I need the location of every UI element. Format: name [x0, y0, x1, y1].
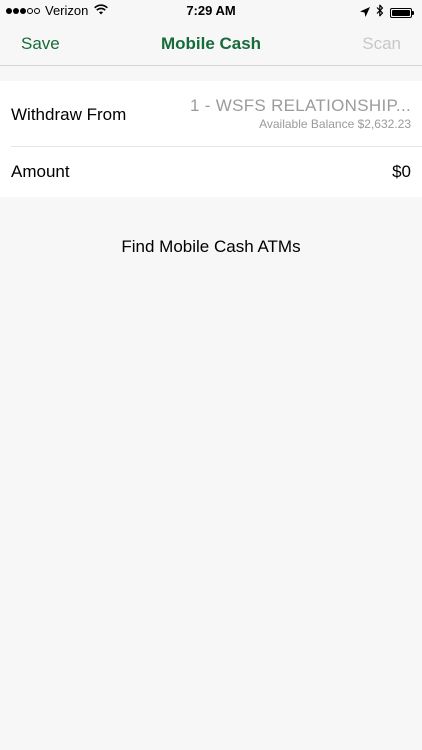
mobile-cash-form: Withdraw From 1 - WSFS RELATIONSHIP... A… [0, 81, 422, 197]
location-arrow-icon [360, 4, 370, 22]
status-right [354, 4, 414, 22]
account-name: 1 - WSFS RELATIONSHIP... [189, 96, 411, 115]
status-bar: Verizon 7:29 AM [0, 0, 422, 22]
page-title: Mobile Cash [160, 34, 262, 53]
account-selector[interactable]: 1 - WSFS RELATIONSHIP... Available Balan… [171, 96, 411, 131]
amount-row[interactable]: Amount $0 [11, 147, 422, 197]
available-balance: Available Balance $2,632.23 [259, 117, 411, 131]
amount-label: Amount [11, 162, 70, 181]
navigation-bar: Save Mobile Cash Scan [0, 22, 422, 66]
withdraw-from-row[interactable]: Withdraw From 1 - WSFS RELATIONSHIP... A… [11, 81, 422, 147]
withdraw-from-label: Withdraw From [11, 105, 127, 124]
battery-icon [390, 8, 414, 18]
bluetooth-icon [376, 4, 384, 22]
scan-button[interactable]: Scan [362, 34, 401, 54]
amount-value[interactable]: $0 [392, 162, 411, 182]
find-mobile-cash-atms-button[interactable]: Find Mobile Cash ATMs [0, 237, 422, 257]
